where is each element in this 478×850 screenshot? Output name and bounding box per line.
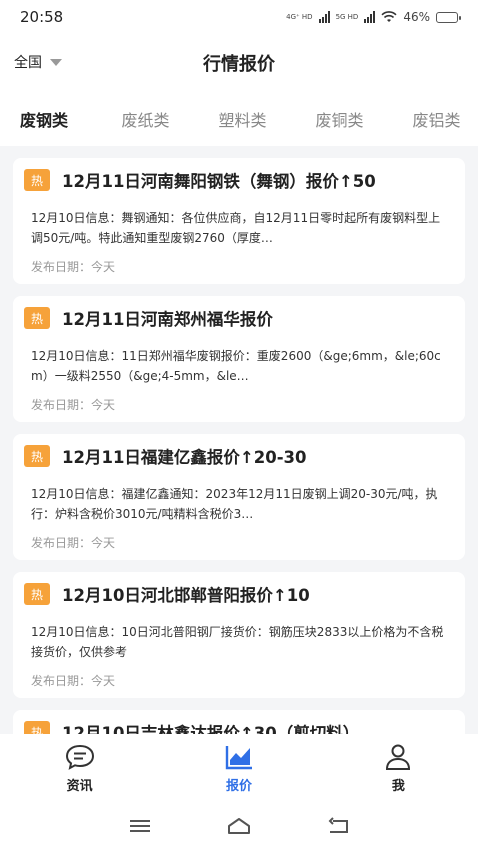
article-title: 12月11日河南郑州福华报价 [62, 310, 273, 329]
article-header: 热 12月10日吉林鑫达报价↑30（剪切料） [24, 720, 451, 734]
article-summary: 12月10日信息：舞钢通知：各位供应商，自12月11日零时起所有废钢料型上调50… [31, 211, 441, 245]
hot-badge: 热 [24, 445, 50, 467]
status-bar: 20:58 4G⁺ HD 5G HD 46% [0, 0, 478, 34]
battery-percent: 46% [403, 10, 430, 24]
article-card[interactable]: 热 12月10日吉林鑫达报价↑30（剪切料） [13, 710, 465, 734]
nav-quote-label: 报价 [225, 778, 252, 794]
category-tabs: 废钢类 废纸类 塑料类 废铜类 废铝类 [0, 92, 478, 146]
article-card[interactable]: 热 12月10日河北邯郸普阳报价↑10 12月10日信息：10日河北普阳钢厂接货… [13, 572, 465, 698]
article-header: 热 12月11日福建亿鑫报价↑20-30 [24, 444, 451, 468]
network-label-2: 5G HD [335, 13, 359, 21]
nav-quote[interactable]: 报价 [159, 734, 318, 802]
article-card[interactable]: 热 12月11日河南郑州福华报价 12月10日信息：11日郑州福华废钢报价：重废… [13, 296, 465, 422]
nav-me-label: 我 [391, 778, 405, 794]
tab-scrap-steel[interactable]: 废钢类 [0, 107, 97, 131]
tab-scrap-copper[interactable]: 废铜类 [291, 107, 388, 131]
article-date: 发布日期：今天 [31, 398, 116, 412]
network-label-1: 4G⁺ HD [286, 13, 313, 21]
article-title: 12月10日河北邯郸普阳报价↑10 [62, 586, 310, 605]
article-summary: 12月10日信息：福建亿鑫通知：2023年12月11日废钢上调20-30元/吨，… [31, 487, 438, 521]
tab-scrap-aluminum[interactable]: 废铝类 [388, 107, 478, 131]
nav-news[interactable]: 资讯 [0, 734, 159, 802]
chart-icon [225, 745, 252, 769]
nav-me[interactable]: 我 [319, 734, 478, 802]
hot-badge: 热 [24, 307, 50, 329]
article-date: 发布日期：今天 [31, 536, 116, 550]
article-list: 热 12月11日河南舞阳钢铁（舞钢）报价↑50 12月10日信息：舞钢通知：各位… [0, 156, 478, 734]
bottom-nav: 资讯 报价 我 [0, 734, 478, 802]
article-header: 热 12月11日河南郑州福华报价 [24, 306, 451, 330]
article-card[interactable]: 热 12月11日河南舞阳钢铁（舞钢）报价↑50 12月10日信息：舞钢通知：各位… [13, 158, 465, 284]
article-summary: 12月10日信息：10日河北普阳钢厂接货价：钢筋压块2833以上价格为不含税接货… [31, 625, 444, 659]
signal-icon-1 [318, 11, 330, 23]
chevron-down-icon [50, 58, 62, 66]
nav-news-label: 资讯 [66, 778, 93, 794]
hot-badge: 热 [24, 169, 50, 191]
app-header: 全国 行情报价 [0, 34, 478, 92]
article-title: 12月11日河南舞阳钢铁（舞钢）报价↑50 [62, 172, 376, 191]
battery-icon [436, 11, 461, 23]
article-title: 12月11日福建亿鑫报价↑20-30 [62, 448, 307, 467]
article-title: 12月10日吉林鑫达报价↑30（剪切料） [62, 724, 360, 734]
article-date: 发布日期：今天 [31, 674, 116, 688]
menu-icon[interactable] [127, 816, 153, 836]
region-selector[interactable]: 全国 [14, 52, 62, 72]
system-nav-bar [0, 802, 478, 850]
back-icon[interactable] [325, 816, 351, 836]
hot-badge: 热 [24, 721, 50, 734]
article-card[interactable]: 热 12月11日福建亿鑫报价↑20-30 12月10日信息：福建亿鑫通知：202… [13, 434, 465, 560]
tab-scrap-paper[interactable]: 废纸类 [97, 107, 194, 131]
article-summary: 12月10日信息：11日郑州福华废钢报价：重废2600（&ge;6mm，&le;… [31, 349, 441, 383]
clock: 20:58 [20, 8, 64, 26]
wifi-icon [381, 11, 397, 22]
page-title: 行情报价 [203, 54, 275, 75]
chat-bubble-icon [65, 744, 94, 770]
hot-badge: 热 [24, 583, 50, 605]
signal-icon-2 [364, 11, 376, 23]
user-icon [386, 744, 411, 770]
article-header: 热 12月11日河南舞阳钢铁（舞钢）报价↑50 [24, 168, 451, 192]
article-date: 发布日期：今天 [31, 260, 116, 274]
home-icon[interactable] [226, 816, 252, 836]
article-header: 热 12月10日河北邯郸普阳报价↑10 [24, 582, 451, 606]
region-label: 全国 [14, 55, 42, 71]
status-icons: 4G⁺ HD 5G HD 46% [286, 10, 461, 24]
tab-plastic[interactable]: 塑料类 [194, 107, 291, 131]
